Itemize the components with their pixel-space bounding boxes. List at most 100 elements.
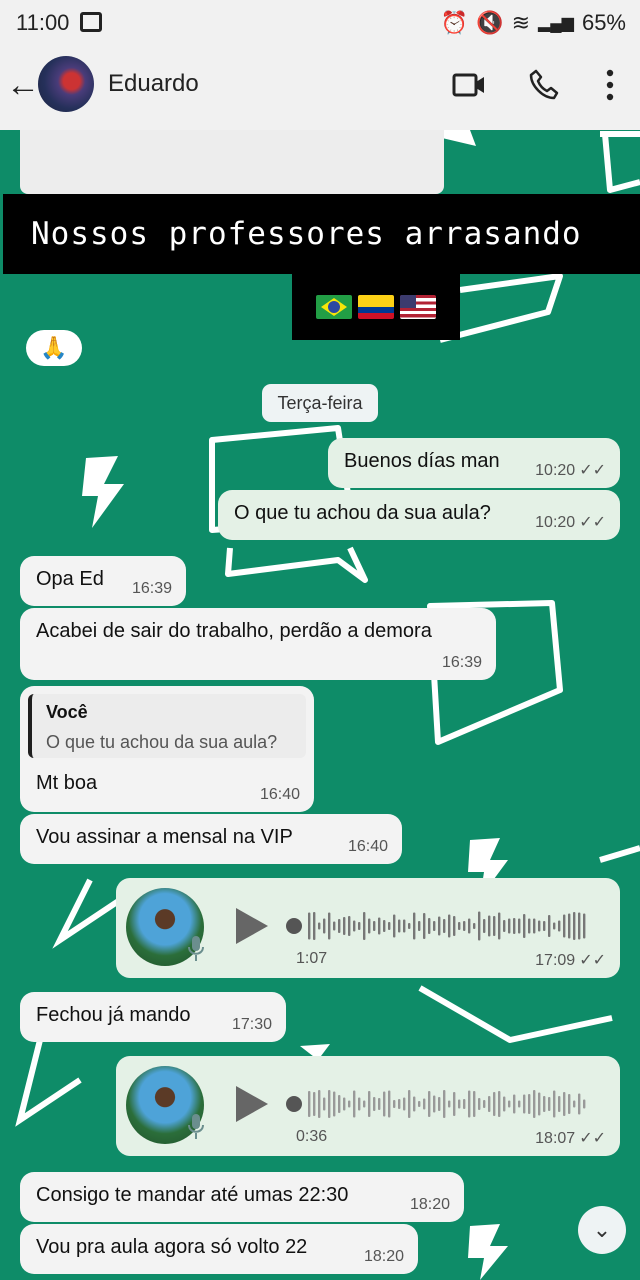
- waveform-bar: [503, 920, 506, 932]
- waveform-bar: [323, 1097, 326, 1111]
- waveform-bar: [328, 912, 331, 940]
- voice-message-bubble[interactable]: 1:07 17:09 ✓✓: [116, 878, 620, 978]
- waveform-bar: [313, 1092, 316, 1116]
- waveform-bar: [353, 920, 356, 932]
- play-button-icon[interactable]: [236, 1086, 268, 1122]
- waveform-bar: [453, 916, 456, 936]
- waveform-bar: [538, 1092, 541, 1116]
- waveform-bar: [348, 1100, 351, 1108]
- voice-message-bubble[interactable]: 0:36 18:07 ✓✓: [116, 1056, 620, 1156]
- waveform-bar: [538, 920, 541, 932]
- waveform-bar: [578, 912, 581, 940]
- waveform-bar: [313, 912, 316, 940]
- video-call-icon[interactable]: [452, 72, 486, 98]
- message-bubble[interactable]: Consigo te mandar até umas 22:30 18:20: [20, 1172, 464, 1222]
- waveform-bar: [528, 1094, 531, 1114]
- waveform-bar: [558, 920, 561, 932]
- waveform-bar: [468, 918, 471, 934]
- message-time: 18:20: [409, 1196, 450, 1213]
- quoted-message[interactable]: Você O que tu achou da sua aula?: [28, 694, 306, 758]
- waveform-bar: [333, 921, 336, 931]
- voice-duration: 1:07: [296, 950, 328, 967]
- waveform-bar: [458, 1099, 461, 1109]
- signal-icon: ▂▄▆: [538, 15, 574, 32]
- message-text: Buenos días man: [344, 450, 500, 472]
- message-time: 18:07 ✓✓: [535, 1130, 606, 1147]
- waveform-bar: [563, 1092, 566, 1116]
- message-bubble[interactable]: Buenos días man 10:20 ✓✓: [328, 438, 620, 488]
- message-bubble[interactable]: Opa Ed 16:39: [20, 556, 186, 606]
- phone-call-icon[interactable]: [528, 68, 560, 100]
- overlay-caption: Nossos professores arrasando: [3, 194, 640, 274]
- waveform-bar: [428, 918, 431, 934]
- waveform-bar: [463, 1099, 466, 1109]
- waveform-bar: [578, 1093, 581, 1115]
- waveform-bar: [438, 1097, 441, 1111]
- waveform-bar: [523, 914, 526, 938]
- audio-waveform[interactable]: [286, 1086, 596, 1122]
- waveform-bar: [493, 916, 496, 936]
- quote-text: O que tu achou da sua aula?: [46, 732, 278, 752]
- waveform-bar: [373, 1097, 376, 1111]
- waveform-bar: [423, 1098, 426, 1110]
- waveform-bar: [343, 1097, 346, 1111]
- message-bubble[interactable]: Fechou já mando 17:30: [20, 992, 286, 1042]
- message-time: 17:09 ✓✓: [535, 952, 606, 969]
- waveform-bar: [568, 913, 571, 939]
- waveform-bar: [473, 1091, 476, 1117]
- waveform-bar: [438, 916, 441, 936]
- waveform-bar: [498, 1091, 501, 1117]
- waveform-bar: [398, 919, 401, 933]
- contact-name[interactable]: Eduardo: [108, 70, 199, 98]
- waveform-bar: [388, 1090, 391, 1118]
- read-ticks-icon: ✓✓: [579, 462, 606, 479]
- waveform-bar: [498, 912, 501, 940]
- waveform-bar: [448, 1100, 451, 1108]
- waveform-bar: [323, 918, 326, 934]
- audio-waveform[interactable]: [286, 908, 596, 944]
- waveform-bar: [413, 912, 416, 940]
- message-text: Opa Ed: [36, 568, 104, 590]
- waveform-bar: [528, 918, 531, 934]
- waveform-bar: [318, 1090, 321, 1118]
- read-ticks-icon: ✓✓: [579, 952, 606, 969]
- status-icons: ⏰ 🔇 ≋ ▂▄▆ 65%: [441, 10, 626, 36]
- scroll-to-bottom-button[interactable]: ⌄: [578, 1206, 626, 1254]
- waveform-bar: [333, 1091, 336, 1117]
- contact-avatar[interactable]: [38, 56, 94, 112]
- waveform-bar: [343, 917, 346, 935]
- back-arrow-icon[interactable]: ←: [6, 66, 40, 105]
- voice-duration: 0:36: [296, 1128, 328, 1145]
- waveform-bar: [553, 1090, 556, 1118]
- message-bubble[interactable]: Vou assinar a mensal na VIP 16:40: [20, 814, 402, 864]
- brazil-flag-icon: [316, 295, 352, 319]
- message-text: O que tu achou da sua aula?: [234, 502, 491, 524]
- waveform-bar: [398, 1099, 401, 1109]
- message-bubble[interactable]: O que tu achou da sua aula? 10:20 ✓✓: [218, 490, 620, 540]
- message-time: 17:30: [231, 1016, 272, 1033]
- message-text: Acabei de sair do trabalho, perdão a dem…: [36, 620, 432, 642]
- waveform-bar: [478, 911, 481, 941]
- message-text: Vou assinar a mensal na VIP: [36, 826, 293, 848]
- waveform-bar: [543, 1096, 546, 1112]
- waveform-bar: [443, 919, 446, 933]
- forwarded-card-fragment: [20, 130, 444, 194]
- waveform-bar: [483, 919, 486, 933]
- clock: 11:00: [16, 10, 70, 35]
- play-button-icon[interactable]: [236, 908, 268, 944]
- reply-message-bubble[interactable]: Você O que tu achou da sua aula? Mt boa …: [20, 686, 314, 812]
- waveform-bar: [468, 1090, 471, 1118]
- message-text: Fechou já mando: [36, 1004, 191, 1026]
- praying-hands-reaction-icon: 🙏: [26, 330, 82, 366]
- usa-flag-icon: [400, 295, 436, 319]
- waveform-bar: [483, 1100, 486, 1108]
- waveform-bar: [443, 1090, 446, 1118]
- message-bubble[interactable]: Acabei de sair do trabalho, perdão a dem…: [20, 608, 496, 680]
- message-bubble[interactable]: Vou pra aula agora só volto 22 18:20: [20, 1224, 418, 1274]
- flags-strip: [292, 274, 460, 340]
- waveform-bar: [488, 915, 491, 937]
- more-options-icon[interactable]: [604, 68, 616, 102]
- waveform-bar: [418, 921, 421, 931]
- mute-icon: 🔇: [476, 10, 504, 35]
- message-time: 16:40: [347, 838, 388, 855]
